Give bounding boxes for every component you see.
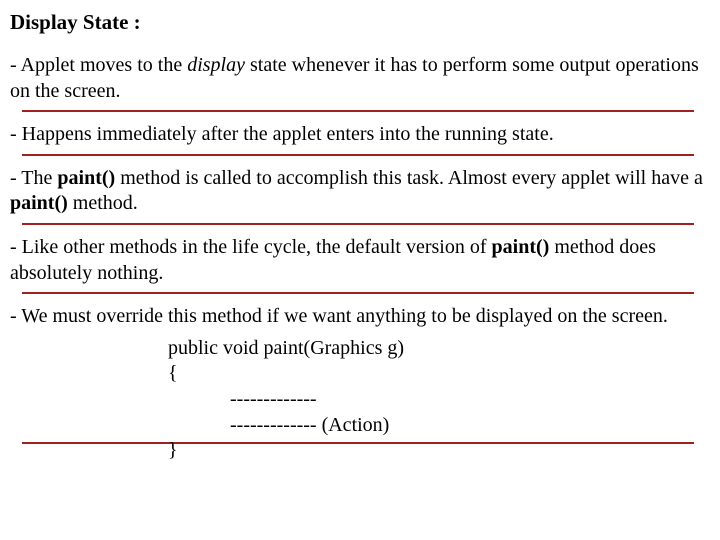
- paragraph-2: - Happens immediately after the applet e…: [10, 122, 706, 148]
- section-heading: Display State :: [10, 10, 706, 35]
- divider-2: [22, 154, 694, 156]
- paragraph-5: - We must override this method if we wan…: [10, 304, 706, 330]
- paragraph-4: - Like other methods in the life cycle, …: [10, 235, 706, 286]
- p4-paint: paint(): [492, 236, 550, 258]
- code-body-1: -------------: [230, 387, 706, 413]
- divider-5: [22, 442, 694, 444]
- slide-container: Display State : - Applet moves to the di…: [0, 0, 720, 464]
- divider-3: [22, 223, 694, 225]
- paragraph-3: - The paint() method is called to accomp…: [10, 166, 706, 217]
- p1-display-word: display: [187, 54, 245, 76]
- p3-paint-2: paint(): [10, 192, 68, 214]
- code-signature: public void paint(Graphics g): [168, 336, 706, 362]
- p3-text-c: method.: [68, 192, 138, 214]
- p1-text-a: - Applet moves to the: [10, 54, 187, 76]
- p4-text-a: - Like other methods in the life cycle, …: [10, 236, 492, 258]
- divider-4: [22, 292, 694, 294]
- paragraph-1: - Applet moves to the display state when…: [10, 53, 706, 104]
- code-body-2: ------------- (Action): [230, 413, 706, 439]
- p3-text-a: - The: [10, 167, 57, 189]
- p3-text-b: method is called to accomplish this task…: [115, 167, 703, 189]
- code-open-brace: {: [168, 361, 706, 387]
- code-block: public void paint(Graphics g) { --------…: [168, 336, 706, 464]
- p3-paint-1: paint(): [57, 167, 115, 189]
- divider-1: [22, 110, 694, 112]
